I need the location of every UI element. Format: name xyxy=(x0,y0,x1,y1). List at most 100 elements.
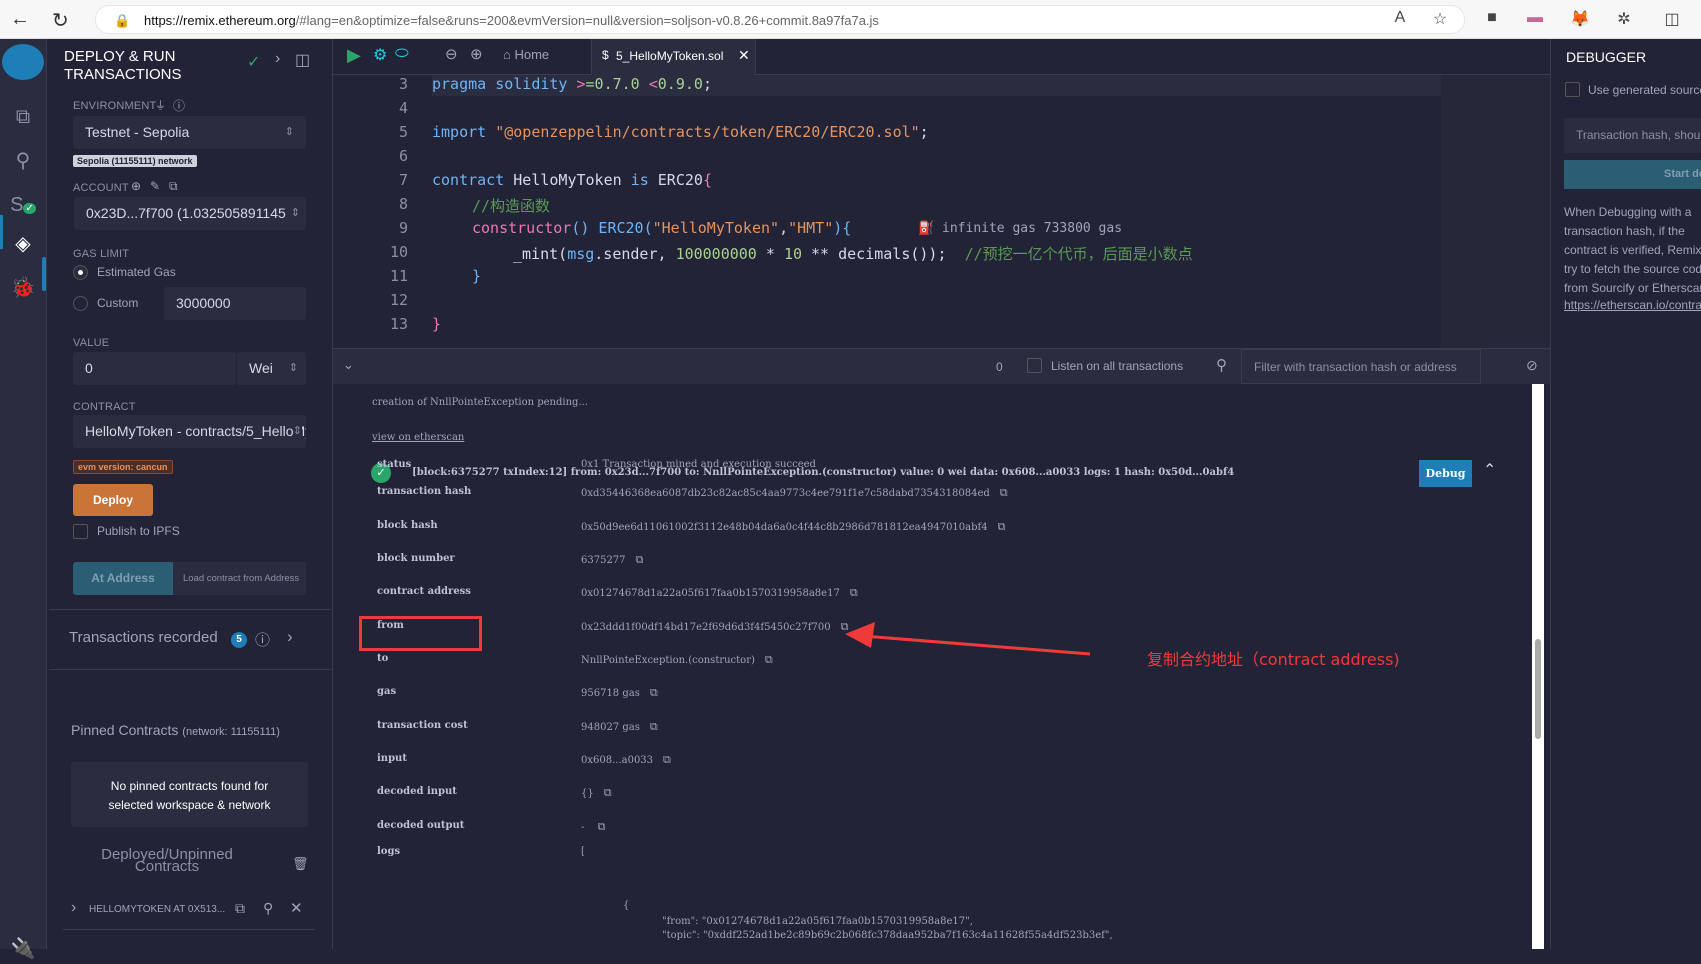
view-on-etherscan-link[interactable]: view on etherscan xyxy=(372,432,464,443)
copy-icon[interactable]: ⧉ xyxy=(604,786,612,800)
split-screen-icon[interactable]: ◫ xyxy=(1662,9,1682,29)
transactions-recorded-label[interactable]: Transactions recorded xyxy=(69,629,218,646)
contract-select[interactable]: HelloMyToken - contracts/5_HelloMyToken.… xyxy=(73,415,306,448)
info-icon[interactable]: ⓘ xyxy=(255,629,270,650)
select-arrows-icon: ⇕ xyxy=(290,207,300,219)
copy-icon[interactable]: ⧉ xyxy=(650,686,658,700)
transaction-hash-input[interactable]: Transaction hash, should start with 0x xyxy=(1564,118,1701,153)
etherscan-link[interactable]: https://etherscan.io/contractsVerified xyxy=(1564,298,1701,312)
annotation-arrow xyxy=(845,622,1091,656)
copy-icon[interactable]: ⧉ xyxy=(998,520,1006,534)
file-explorer-icon[interactable]: ⧉ xyxy=(8,102,38,132)
divider xyxy=(49,669,331,670)
chevron-right-icon[interactable]: › xyxy=(287,627,293,647)
tab-home[interactable]: ⌂ Home xyxy=(503,47,549,62)
highlight-box xyxy=(359,616,482,651)
debugger-title: DEBUGGER xyxy=(1566,49,1647,65)
transaction-filter-input[interactable]: Filter with transaction hash or address xyxy=(1241,349,1481,384)
zoom-in-icon[interactable]: ⊕ xyxy=(470,45,483,63)
chevron-right-icon[interactable]: › xyxy=(275,50,280,68)
minimap[interactable] xyxy=(1441,75,1550,348)
code-editor[interactable]: 3 4 5 6 7 8 9 10 11 12 13 pragma solidity >=0.7.0 … xyxy=(333,75,1550,348)
code-line: import "@openzeppelin/contracts/token/ER… xyxy=(432,123,929,141)
copy-icon[interactable]: ⧉ xyxy=(650,720,658,734)
code-line: _mint(msg.sender, 100000000 * 10 ** deci… xyxy=(513,245,1193,263)
close-icon[interactable]: ✕ xyxy=(738,47,750,64)
copy-icon[interactable]: ⧉ xyxy=(169,179,178,194)
select-arrows-icon: ⇕ xyxy=(284,126,294,138)
read-aloud-icon[interactable]: A xyxy=(1390,9,1410,29)
back-icon[interactable]: ← xyxy=(10,8,30,31)
publish-ipfs-checkbox[interactable] xyxy=(73,524,88,539)
custom-gas-radio[interactable] xyxy=(73,296,88,311)
debug-button[interactable]: Debug xyxy=(1419,460,1472,487)
deploy-run-icon[interactable]: ◈ xyxy=(8,229,38,259)
line-number: 11 xyxy=(389,267,408,285)
clear-console-icon[interactable]: ⊘ xyxy=(1526,357,1538,374)
listen-all-checkbox[interactable] xyxy=(1027,358,1042,373)
copy-icon[interactable]: ⧉ xyxy=(1000,486,1008,500)
debugger-icon[interactable]: 🐞 xyxy=(8,273,38,303)
check-icon: ✓ xyxy=(247,54,261,71)
tx-detail-label: to xyxy=(377,653,389,664)
trash-icon[interactable]: 🗑 xyxy=(292,856,309,872)
at-address-button[interactable]: At Address xyxy=(73,562,173,595)
extensions-puzzle-icon[interactable]: ✲ xyxy=(1614,9,1634,29)
info-icon[interactable]: ⓘ xyxy=(173,97,185,114)
plugin-manager-icon[interactable]: 🔌 xyxy=(8,934,38,964)
load-contract-address-input[interactable]: Load contract from Address xyxy=(173,562,306,595)
tx-detail-label: block hash xyxy=(377,520,438,531)
solidity-file-icon: $ xyxy=(602,48,609,62)
copy-icon[interactable]: ⧉ xyxy=(663,753,671,767)
copy-icon[interactable]: ⧉ xyxy=(850,586,858,600)
metamask-icon[interactable]: 🦊 xyxy=(1570,9,1590,29)
start-debugging-button[interactable]: Start debugging xyxy=(1564,160,1701,189)
tx-detail-label: status xyxy=(377,459,412,470)
transaction-summary[interactable]: [block:6375277 txIndex:12] from: 0x23d..… xyxy=(412,467,1234,478)
zoom-out-icon[interactable]: ⊖ xyxy=(445,45,458,63)
deploy-button[interactable]: Deploy xyxy=(73,484,153,516)
estimated-gas-radio[interactable] xyxy=(73,265,88,280)
line-number: 12 xyxy=(389,291,408,309)
extension-icon[interactable]: ▬ xyxy=(1525,9,1545,29)
network-badge: Sepolia (11155111) network xyxy=(73,155,197,167)
extension-icon[interactable]: ■ xyxy=(1482,9,1502,29)
divider xyxy=(49,609,331,610)
terminal-scrollbar[interactable] xyxy=(1532,384,1544,949)
line-number: 7 xyxy=(398,171,408,189)
gas-estimate-hint: ⛽ infinite gas 733800 gas xyxy=(918,221,1123,236)
tx-detail-value: 6375277 ⧉ xyxy=(581,553,644,567)
solidity-compiler-icon[interactable]: S ✓ xyxy=(8,190,38,220)
tx-detail-label: logs xyxy=(377,846,401,857)
search-icon[interactable]: ⚲ xyxy=(8,146,38,176)
custom-gas-input[interactable]: 3000000 xyxy=(164,287,306,320)
chevron-right-icon[interactable]: › xyxy=(71,899,76,917)
add-account-icon[interactable]: ⊕ xyxy=(131,179,141,193)
address-bar[interactable]: 🔒 https://remix.ethereum.org/#lang=en&op… xyxy=(95,5,1465,34)
star-icon[interactable]: ☆ xyxy=(1430,9,1450,29)
tab-file[interactable]: $ 5_HelloMyToken.sol ✕ xyxy=(591,39,756,75)
environment-select[interactable]: Testnet - Sepolia ⇕ xyxy=(73,116,306,149)
copy-icon[interactable]: ⧉ xyxy=(765,653,773,667)
copy-icon[interactable]: ⧉ xyxy=(598,820,606,834)
edit-icon[interactable]: ✎ xyxy=(150,179,160,193)
ai-robot-icon[interactable]: ⚙ xyxy=(373,45,387,65)
close-icon[interactable]: ✕ xyxy=(290,899,303,917)
pin-icon[interactable]: ⚲ xyxy=(263,900,273,917)
code-line: } xyxy=(432,315,442,333)
account-select[interactable]: 0x23D...7f700 (1.032505891145 ⇕ xyxy=(74,197,306,230)
copy-icon[interactable]: ⧉ xyxy=(636,553,644,567)
copy-icon[interactable]: ⧉ xyxy=(235,900,245,917)
chevron-up-icon[interactable]: ⌃ xyxy=(1483,460,1496,479)
remix-logo-icon[interactable] xyxy=(2,44,44,80)
log-from: "from": "0x01274678d1a22a05f617faa0b1570… xyxy=(662,916,973,927)
use-generated-sources-checkbox[interactable] xyxy=(1565,82,1580,97)
panel-toggle-icon[interactable]: ◫ xyxy=(295,50,310,70)
deployed-contract-item[interactable]: HELLOMYTOKEN AT 0X513... xyxy=(89,904,225,915)
run-icon[interactable]: ▶ xyxy=(347,45,361,66)
reload-icon[interactable]: ↻ xyxy=(52,8,69,33)
collapse-terminal-icon[interactable]: ⌄ xyxy=(343,357,354,373)
toggle-icon[interactable]: ⬭ xyxy=(395,45,409,63)
value-input[interactable]: 0 xyxy=(73,352,236,385)
value-unit-select[interactable]: Wei ⇕ xyxy=(237,352,306,385)
